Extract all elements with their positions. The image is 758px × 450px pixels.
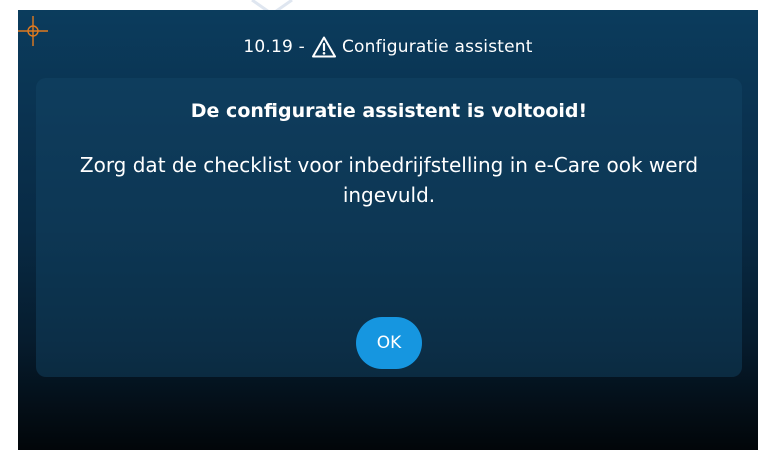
dialog-message: Zorg dat de checklist voor inbedrijfstel… xyxy=(79,153,699,207)
device-screen: 10.19 - Configuratie assistent De config… xyxy=(18,10,758,450)
dialog-heading: De configuratie assistent is voltooid! xyxy=(190,100,588,122)
ok-button[interactable]: OK xyxy=(356,317,422,369)
completion-dialog: De configuratie assistent is voltooid! Z… xyxy=(36,78,742,377)
title-bar: 10.19 - Configuratie assistent xyxy=(18,32,758,62)
warning-triangle-icon xyxy=(311,36,336,58)
error-code: 10.19 - xyxy=(243,37,305,57)
title-text: Configuratie assistent xyxy=(341,37,533,57)
